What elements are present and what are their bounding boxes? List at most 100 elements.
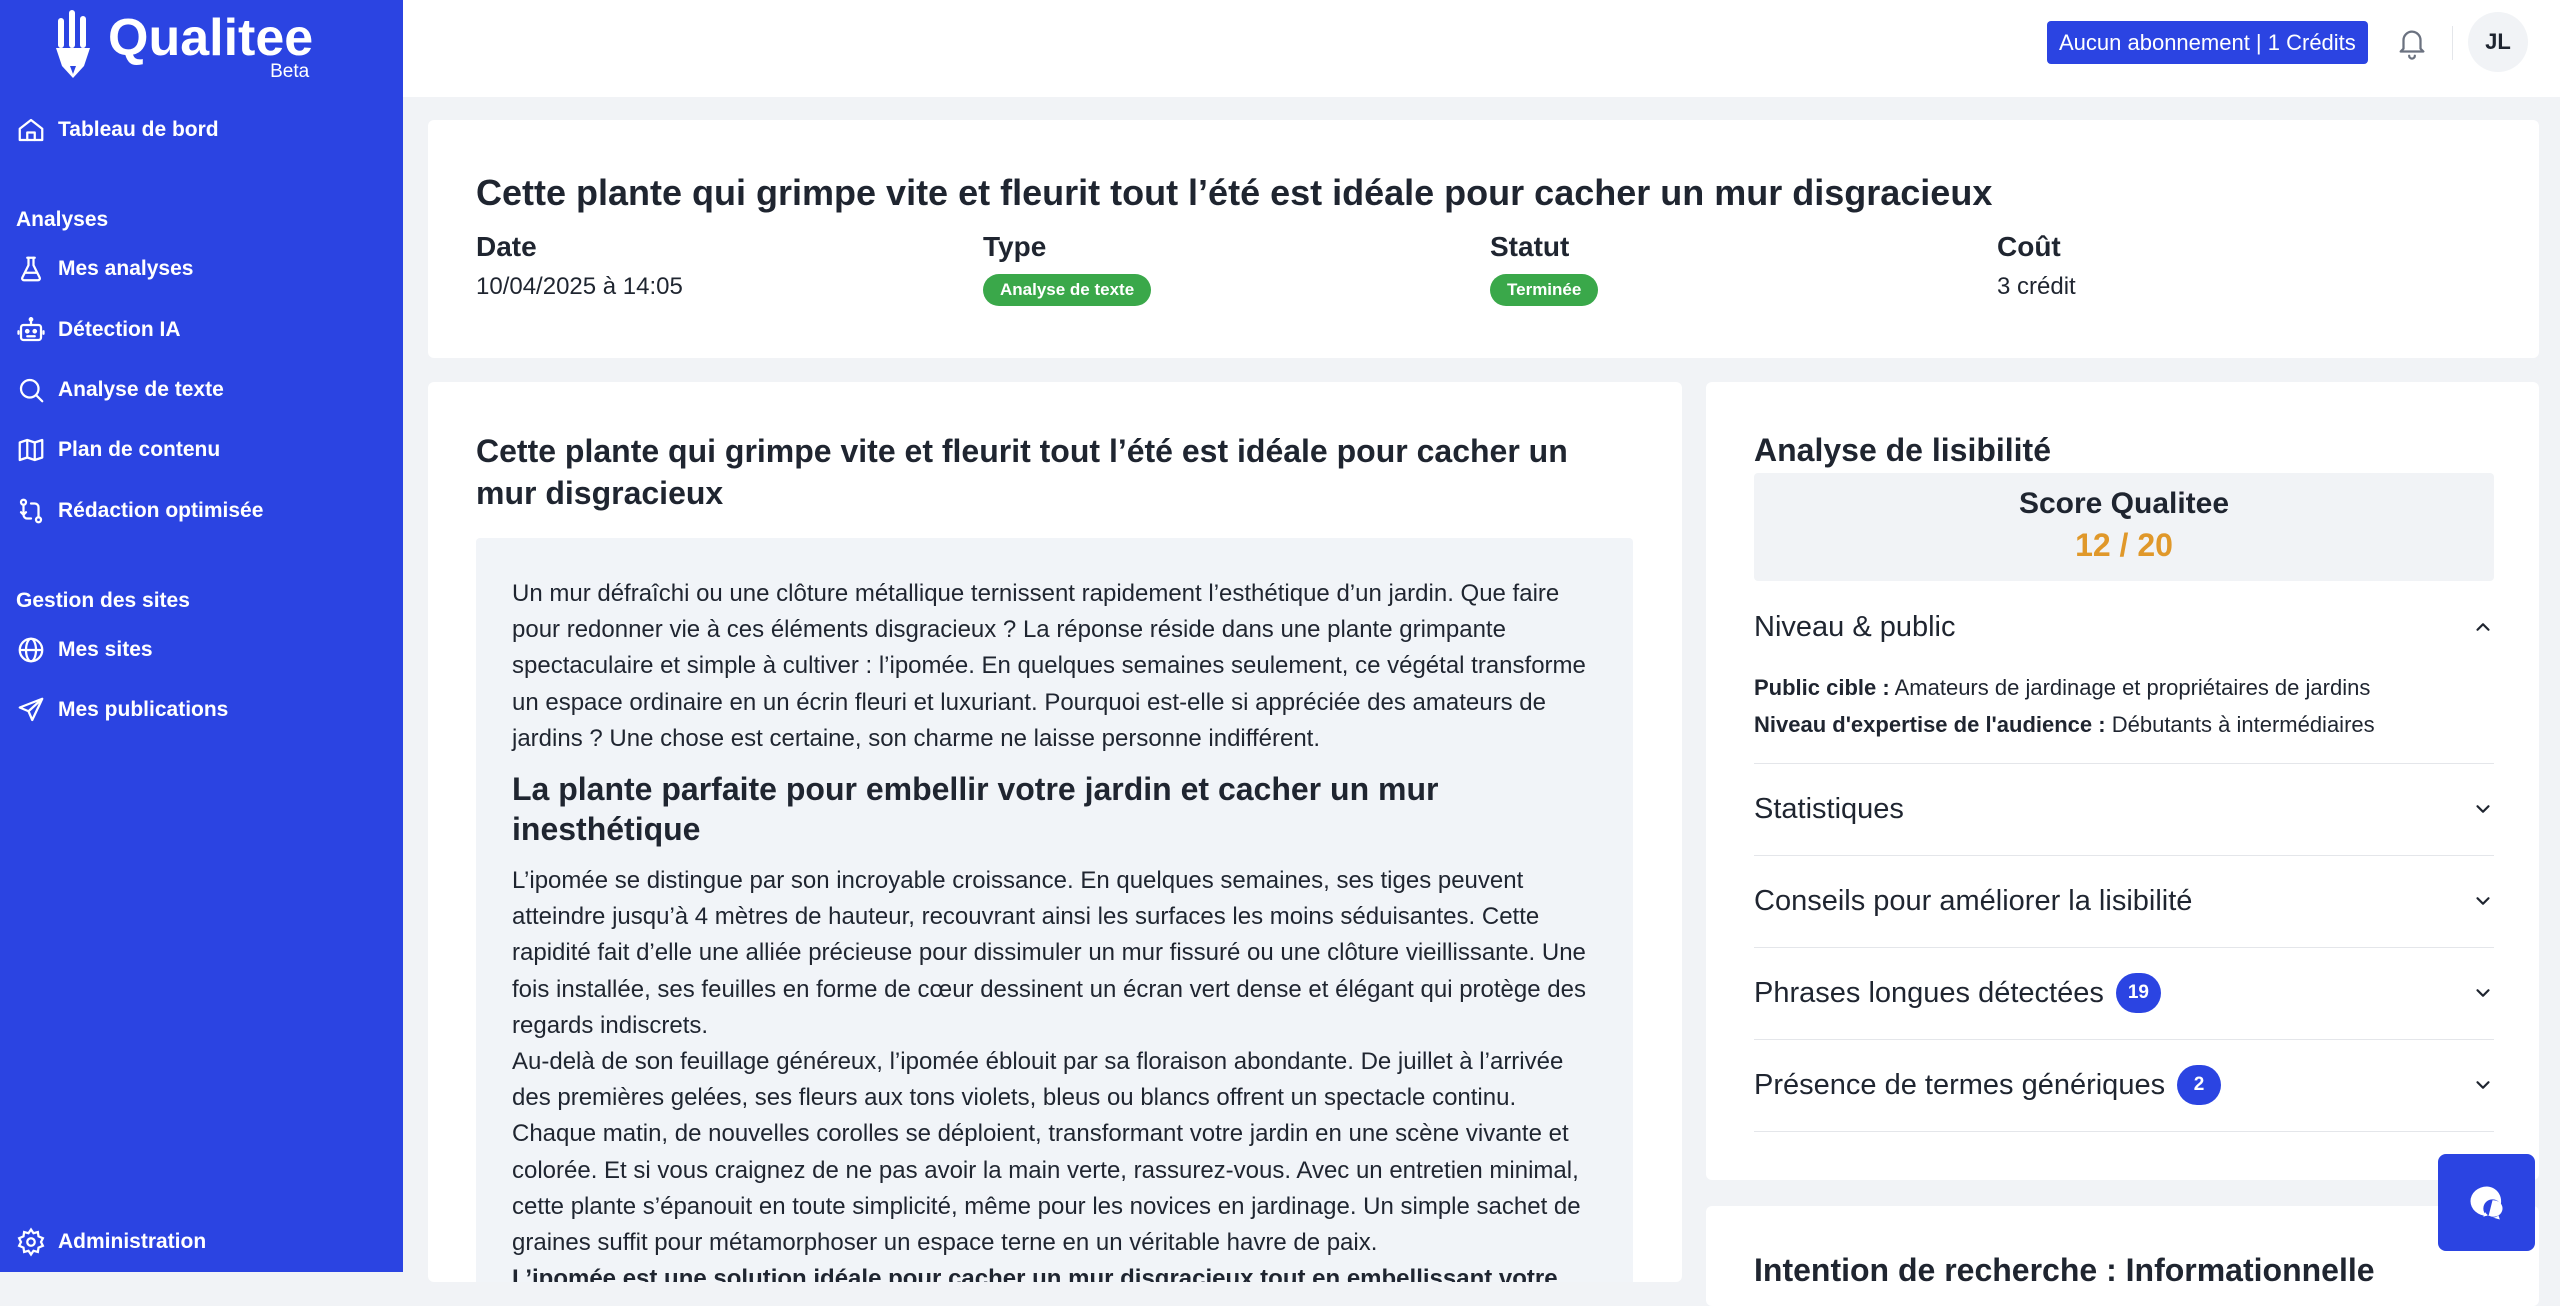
nav-text-analysis-label: Analyse de texte [58,378,224,401]
chat-button[interactable] [2438,1154,2535,1251]
accordion-long-sentences[interactable]: Phrases longues détectées 19 [1754,968,2494,1018]
generic-terms-label: Présence de termes génériques [1754,1068,2166,1101]
topbar: Aucun abonnement | 1 Crédits JL [403,0,2560,97]
accordion-tips[interactable]: Conseils pour améliorer la lisibilité [1754,876,2494,926]
notifications-button[interactable] [2395,24,2429,67]
cost-label: Coût [1997,231,2061,262]
search-intent-title: Intention de recherche : Informationnell… [1754,1252,2375,1288]
topbar-divider [2452,26,2453,60]
nav-content-plan[interactable]: Plan de contenu [16,430,220,470]
nav-administration-label: Administration [58,1230,207,1253]
nav-ai-detection[interactable]: Détection IA [16,310,181,350]
cost-value: 3 crédit [1997,273,2076,300]
brand-name: Qualitee [108,9,314,67]
accordion-long-sentences-title: Phrases longues détectées 19 [1754,973,2161,1013]
subscription-button[interactable]: Aucun abonnement | 1 Crédits [2047,21,2368,64]
meta-status: Statut Terminée [1490,230,1599,306]
chevron-down-icon [2476,897,2490,905]
nav-section-analyses: Analyses [16,208,109,231]
accordion-level-audience-title: Niveau & public [1754,610,1956,643]
nav-my-publications[interactable]: Mes publications [16,690,228,730]
accordion-generic-terms-title: Présence de termes génériques 2 [1754,1065,2222,1105]
long-sentences-count-badge: 19 [2115,973,2161,1013]
article-heading: La plante parfaite pour embellir votre j… [512,771,1439,848]
chevron-down-icon [2476,805,2490,813]
nav-optimized-writing[interactable]: Rédaction optimisée [16,491,263,531]
flask-icon [21,256,41,282]
accordion-level-audience[interactable]: Niveau & public [1754,602,2494,652]
nav-administration[interactable]: Administration [16,1222,206,1262]
brand-tag: Beta [270,61,310,82]
gear-icon [17,1227,45,1257]
analysis-title: Cette plante qui grimpe vite et fleurit … [476,172,1993,213]
article-paragraph: Au-delà de son feuillage généreux, l’ipo… [512,1048,1581,1257]
nav-my-analyses[interactable]: Mes analyses [16,249,193,289]
divider [1754,855,2494,856]
status-label: Statut [1490,231,1570,262]
send-icon [18,697,44,722]
accordion-tips-title: Conseils pour améliorer la lisibilité [1754,884,2193,917]
audience-label: Public cible : [1754,675,1890,700]
readability-card: Analyse de lisibilité Score Qualitee 12 … [1706,382,2539,1180]
nav-content-plan-label: Plan de contenu [58,438,221,461]
divider [1754,763,2494,764]
robot-icon [17,317,45,342]
chevron-down-icon [2476,989,2490,997]
search-intent-card: Intention de recherche : Informationnell… [1706,1206,2539,1306]
meta-date: Date 10/04/2025 à 14:05 [476,230,683,302]
bell-icon [2399,30,2425,60]
status-badge: Terminée [1490,274,1599,306]
type-badge: Analyse de texte [983,274,1152,306]
date-value: 10/04/2025 à 14:05 [476,273,683,300]
type-label: Type [983,231,1047,262]
logo-icon [56,10,90,78]
expertise-label: Niveau d'expertise de l'audience : [1754,711,2106,737]
audience-details: Public cible : Amateurs de jardinage et … [1754,670,2375,743]
article-body[interactable]: Un mur défraîchi ou une clôture métalliq… [476,538,1633,1282]
nav-my-sites-label: Mes sites [58,638,153,661]
analysis-header-card: Cette plante qui grimpe vite et fleurit … [428,120,2539,358]
meta-cost: Coût 3 crédit [1997,230,2076,302]
chat-icon [2470,1186,2503,1219]
score-label: Score Qualitee [2018,487,2230,520]
expertise-value: Débutants à intermédiaires [2111,711,2375,737]
divider [1754,947,2494,948]
map-icon [18,438,44,462]
logo[interactable]: Qualitee Beta [52,8,314,82]
nav-my-sites[interactable]: Mes sites [16,630,153,670]
accordion-generic-terms[interactable]: Présence de termes génériques 2 [1754,1060,2494,1110]
readability-title: Analyse de lisibilité [1754,432,2051,468]
score-box: Score Qualitee 12 / 20 [1754,473,2494,581]
avatar[interactable]: JL [2468,12,2528,72]
article-title: Cette plante qui grimpe vite et fleurit … [476,433,1568,511]
nav-ai-detection-label: Détection IA [58,318,181,341]
nav-section-sites: Gestion des sites [16,589,190,612]
accordion-statistics-title: Statistiques [1754,792,1904,825]
nav-my-publications-label: Mes publications [58,698,229,721]
sidebar: Qualitee Beta Tableau de bord Analyses M… [0,0,403,1272]
nav-optimized-writing-label: Rédaction optimisée [58,499,264,522]
article-card: Cette plante qui grimpe vite et fleurit … [428,382,1682,1282]
nav-text-analysis[interactable]: Analyse de texte [16,370,224,410]
expertise-row: Niveau d'expertise de l'audience : Début… [1754,707,2375,744]
search-icon [19,378,44,403]
audience-row: Public cible : Amateurs de jardinage et … [1754,670,2375,707]
globe-icon [18,637,44,663]
accordion-statistics[interactable]: Statistiques [1754,784,2494,834]
divider [1754,1131,2494,1132]
nav-dashboard[interactable]: Tableau de bord [16,110,219,150]
nav-dashboard-label: Tableau de bord [58,118,219,141]
home-icon [18,118,44,142]
article-paragraph: L’ipomée se distingue par son incroyable… [512,867,1586,1039]
article-intro: Un mur défraîchi ou une clôture métalliq… [512,580,1586,752]
chevron-down-icon [2476,1081,2490,1089]
divider [1754,1039,2494,1040]
nav-my-analyses-label: Mes analyses [58,257,194,280]
date-label: Date [476,231,537,262]
route-icon [19,498,43,524]
generic-terms-count-badge: 2 [2177,1065,2222,1105]
long-sentences-label: Phrases longues détectées [1754,976,2104,1009]
chevron-up-icon [2476,623,2490,631]
meta-type: Type Analyse de texte [983,230,1152,306]
audience-value: Amateurs de jardinage et propriétaires d… [1894,675,2371,700]
